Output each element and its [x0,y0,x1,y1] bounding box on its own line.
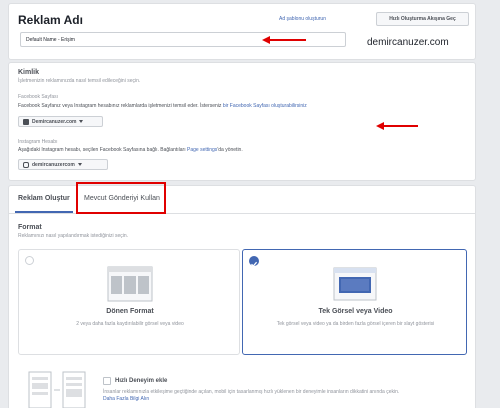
page-settings-link[interactable]: Page settings [187,147,217,153]
instant-experience-description: İnsanlar reklamınızla etkileşime geçtiği… [103,389,400,395]
instant-experience-title: Hızlı Deneyim ekle [115,378,168,384]
carousel-title: Dönen Format [106,308,154,315]
chevron-down-icon [77,163,82,166]
single-image-format-icon [333,267,377,301]
quick-flow-button[interactable]: Hızlı Oluşturma Akışına Geç [376,12,469,26]
ad-name-input[interactable]: Default Name - Erişim [20,32,346,47]
ig-desc-after: 'da yönetin. [217,147,243,153]
carousel-description: 2 veya daha fazla kaydırılabilir görsel … [76,321,184,327]
single-image-title: Tek Görsel veya Video [318,308,393,315]
single-image-format-option[interactable]: Tek Görsel veya Video Tek görsel veya vi… [242,249,467,355]
annotation-box-existing-post-tab [76,182,166,214]
format-title: Format [18,224,42,231]
fb-page-description: Facebook Sayfanız veya Instagram hesabın… [18,103,307,109]
single-image-description: Tek görsel veya video ya da birden fazla… [276,321,435,327]
fb-page-label: Facebook Sayfası [18,94,59,100]
selected-check [249,256,259,267]
identity-title: Kimlik [18,69,40,76]
ad-name-card: Reklam Adı Ad şablonu oluşturun Hızlı Ol… [8,3,476,60]
ig-label: Instagram Hesabı [18,139,58,145]
create-fb-page-link[interactable]: bir Facebook Sayfası oluşturabilirsiniz [223,103,307,109]
checkmark-icon [251,261,258,267]
format-subtitle: Reklamınızı nasıl yapılandırmak istediği… [18,233,129,239]
watermark-text: demircanuzer.com [367,37,449,48]
chevron-down-icon [79,120,84,123]
ig-description: Aşağıdaki Instagram hesabı, seçilen Face… [18,147,243,153]
create-template-link[interactable]: Ad şablonu oluşturun [279,16,326,22]
ad-name-title: Reklam Adı [18,13,83,27]
creative-card: Reklam Oluştur Mevcut Gönderiyi Kullan F… [8,185,476,408]
carousel-format-icon [107,266,153,302]
fb-page-desc-text: Facebook Sayfanız veya Instagram hesabın… [18,103,222,109]
fb-page-dropdown[interactable]: Demircanuzer.com [18,116,103,127]
facebook-icon [23,118,29,125]
ig-desc-text: Aşağıdaki Instagram hesabı, seçilen Face… [18,147,186,153]
identity-card: Kimlik İşletmenizin reklamınızda nasıl t… [8,62,476,181]
ig-account-value: demircanuzercom [32,161,75,168]
learn-more-link[interactable]: Daha Fazla Bilgi Alın [103,396,149,402]
tab-create-ad[interactable]: Reklam Oluştur [18,195,70,202]
ig-account-dropdown[interactable]: demircanuzercom [18,159,108,170]
carousel-radio[interactable] [25,256,34,265]
fb-page-value: Demircanuzer.com [32,118,77,125]
carousel-format-option[interactable]: Dönen Format 2 veya daha fazla kaydırıla… [18,249,240,355]
identity-subtitle: İşletmenizin reklamınızda nasıl temsil e… [18,78,141,84]
instant-experience-icon [28,371,86,408]
instant-experience-checkbox[interactable] [103,377,111,385]
instagram-icon [23,161,29,168]
